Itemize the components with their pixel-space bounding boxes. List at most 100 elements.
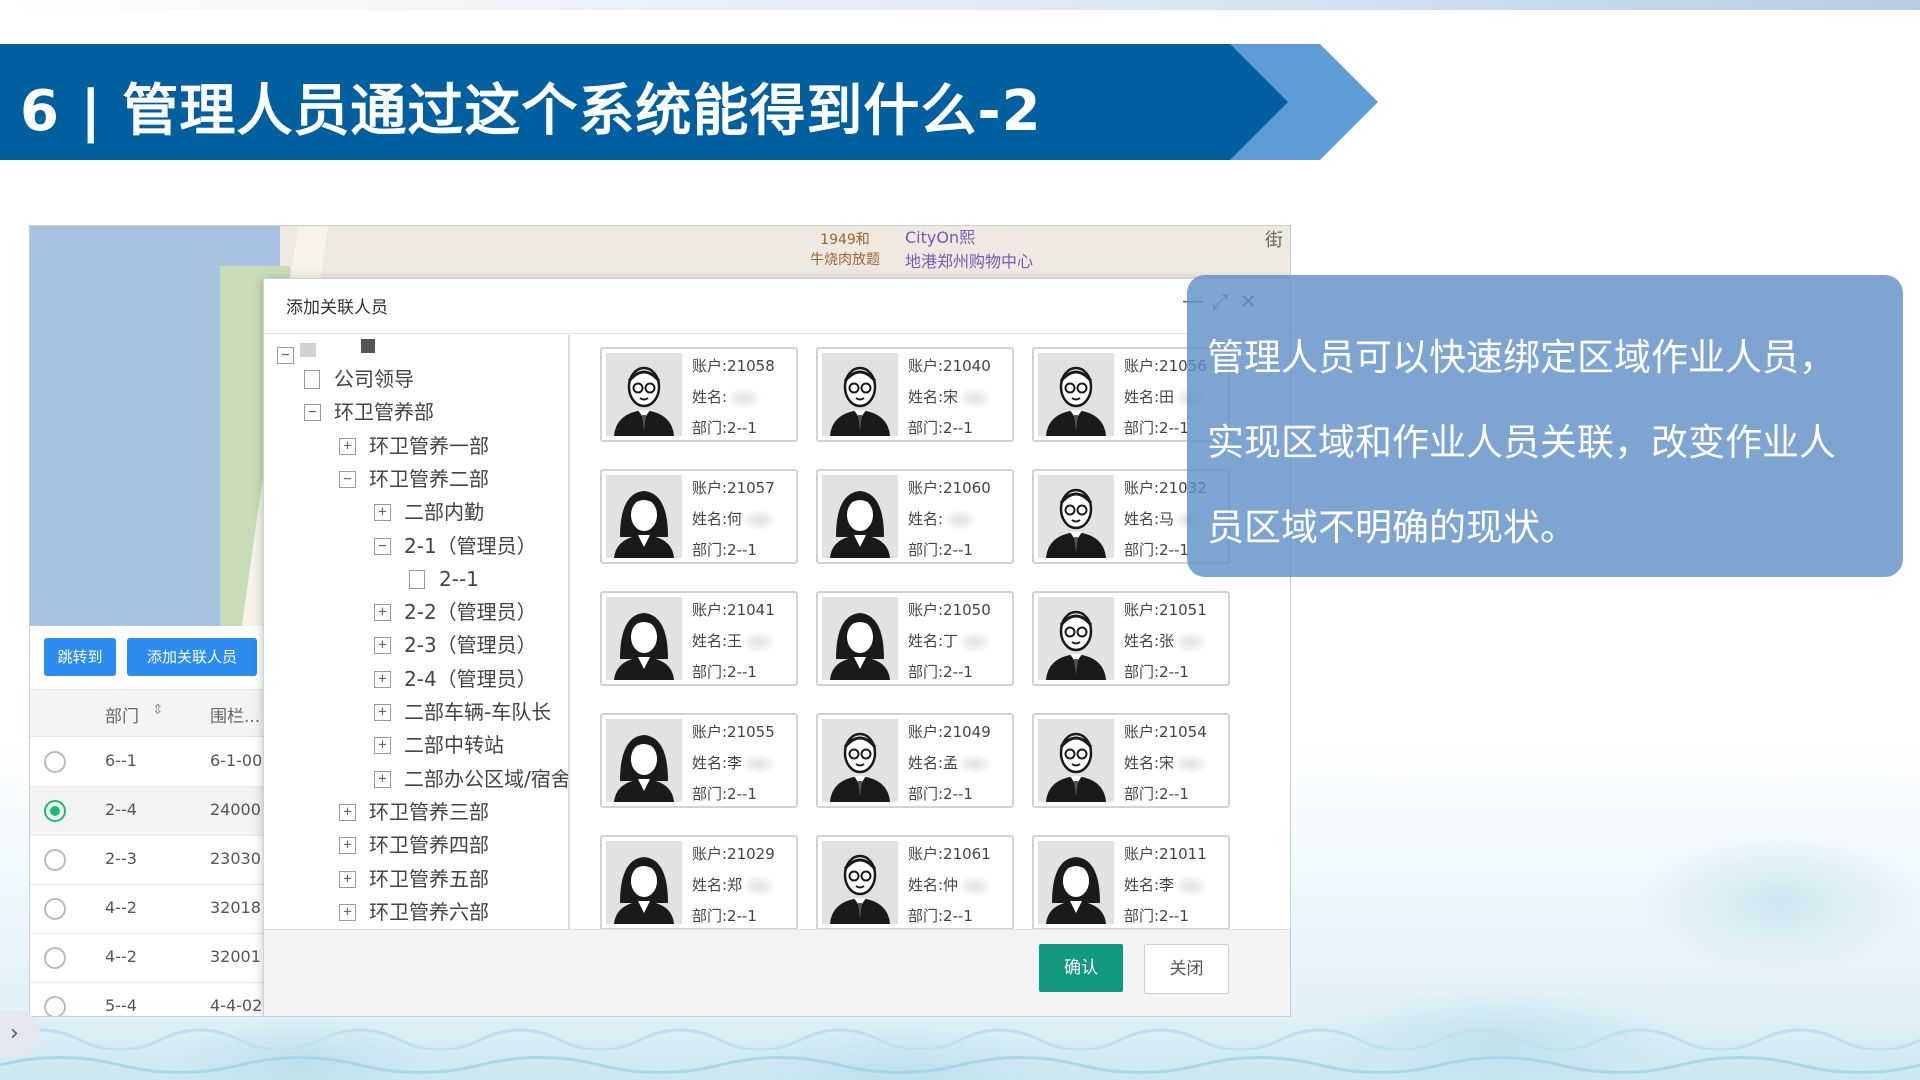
table-row[interactable]: 4--2 32001 xyxy=(30,934,270,983)
map-street-label: 街 xyxy=(1265,230,1283,251)
expand-icon[interactable]: + xyxy=(374,737,391,755)
collapse-icon[interactable]: − xyxy=(339,470,356,488)
title-banner: 6 | 管理人员通过这个系统能得到什么-2 xyxy=(0,44,1380,160)
tree-node-label[interactable]: 环卫管养六部 xyxy=(369,898,489,926)
tree-node-label[interactable]: 2-4（管理员） xyxy=(404,665,537,693)
card-dept: 部门:2--1 xyxy=(1124,541,1189,559)
female-avatar-icon xyxy=(606,719,682,802)
row-radio[interactable] xyxy=(44,751,66,773)
row-radio[interactable] xyxy=(44,996,66,1016)
table-row[interactable]: 5--4 4-4-02 xyxy=(30,983,270,1016)
card-dept: 部门:2--1 xyxy=(1124,785,1189,803)
expand-icon[interactable]: + xyxy=(374,604,391,622)
male-avatar-icon xyxy=(606,353,682,436)
person-card[interactable]: 账户:21041 姓名:王 部门:2--1 xyxy=(600,591,798,686)
card-name: 姓名:仲 xyxy=(908,874,993,896)
confirm-button[interactable]: 确认 xyxy=(1039,944,1123,992)
expand-icon[interactable]: + xyxy=(339,903,356,921)
expand-icon[interactable]: + xyxy=(374,770,391,788)
row-radio[interactable] xyxy=(44,947,66,969)
male-avatar-icon xyxy=(1038,719,1114,802)
person-card[interactable]: 账户:21057 姓名:何 部门:2--1 xyxy=(600,469,798,564)
card-name: 姓名:宋 xyxy=(1124,752,1209,774)
person-card[interactable]: 账户:21050 姓名:丁 部门:2--1 xyxy=(816,591,1014,686)
person-card[interactable]: 账户:21049 姓名:孟部门:2--1 xyxy=(816,713,1014,808)
top-decor-strip xyxy=(0,0,1920,10)
person-card[interactable]: 账户:21058 姓名: 部门:2--1 xyxy=(600,347,798,442)
cell-fence: 23030 xyxy=(210,849,261,868)
cell-dept: 6--1 xyxy=(105,751,137,770)
row-radio[interactable] xyxy=(44,849,66,871)
card-account: 账户:21058 xyxy=(692,357,775,375)
tree-node-label[interactable]: 公司领导 xyxy=(334,365,414,393)
expand-icon[interactable]: + xyxy=(339,870,356,888)
row-radio[interactable] xyxy=(44,898,66,920)
tree-node-label[interactable]: 二部车辆-车队长 xyxy=(404,698,551,726)
table-row[interactable]: 2--3 23030 xyxy=(30,836,270,885)
tree-node-label[interactable]: 二部中转站 xyxy=(404,731,504,759)
person-card[interactable]: 账户:21055 姓名:李 部门:2--1 xyxy=(600,713,798,808)
card-dept: 部门:2--1 xyxy=(692,907,757,925)
card-dept: 部门:2--1 xyxy=(692,663,757,681)
card-dept: 部门:2--1 xyxy=(908,785,973,803)
table-row[interactable]: 2--4 24000 xyxy=(30,787,270,836)
tree-node-label[interactable]: 环卫管养三部 xyxy=(369,798,489,826)
card-name: 姓名:孟 xyxy=(908,752,993,774)
wave-decor xyxy=(0,1056,1920,1074)
person-card[interactable]: 账户:21060 姓名: 部门:2--1 xyxy=(816,469,1014,564)
close-button[interactable]: 关闭 xyxy=(1144,944,1229,994)
card-account: 账户:21049 xyxy=(908,723,991,741)
expand-icon[interactable]: + xyxy=(339,437,356,455)
sort-icon[interactable]: ⇕ xyxy=(152,702,164,718)
tree-node-label[interactable]: 2-1（管理员） xyxy=(404,532,537,560)
expand-icon[interactable]: + xyxy=(374,504,391,522)
person-card[interactable]: 账户:21040 姓名:宋 部门:2--1 xyxy=(816,347,1014,442)
expand-icon[interactable]: + xyxy=(339,803,356,821)
tree-node-label[interactable]: 2-3（管理员） xyxy=(404,631,537,659)
add-related-button[interactable]: 添加关联人员 xyxy=(127,638,257,676)
card-dept: 部门:2--1 xyxy=(692,419,757,437)
jump-button[interactable]: 跳转到 xyxy=(44,638,116,676)
table-row[interactable]: 6--1 6-1-00 xyxy=(30,738,270,787)
tree-node-label[interactable]: 2--1 xyxy=(439,565,479,593)
person-card[interactable]: 账户:21061 姓名:仲 部门:2--1 xyxy=(816,835,1014,929)
slide-title: 6 | 管理人员通过这个系统能得到什么-2 xyxy=(20,79,1042,144)
person-card[interactable]: 账户:21051 姓名:张 部门:2--1 xyxy=(1032,591,1230,686)
expand-icon[interactable]: + xyxy=(339,837,356,855)
expand-icon[interactable]: + xyxy=(374,704,391,721)
cell-dept: 5--4 xyxy=(105,996,137,1015)
map-poi-label: 1949和 牛烧肉放题 xyxy=(810,232,880,268)
cell-dept: 4--2 xyxy=(105,947,137,966)
table-row[interactable]: 4--2 32018 xyxy=(30,885,270,934)
male-avatar-icon xyxy=(822,719,898,802)
expand-icon[interactable]: + xyxy=(374,637,391,655)
card-dept: 部门:2--1 xyxy=(1124,907,1189,925)
tree-node-label[interactable]: 环卫管养五部 xyxy=(369,865,489,893)
card-name: 姓名:李 xyxy=(1124,874,1209,896)
tree-node-label[interactable]: 2-2（管理员） xyxy=(404,598,537,626)
row-radio[interactable] xyxy=(44,800,66,822)
person-card[interactable]: 账户:21011 姓名:李 部门:2--1 xyxy=(1032,835,1230,929)
col-dept[interactable]: 部门 xyxy=(105,702,139,727)
collapse-icon[interactable]: − xyxy=(304,404,321,422)
card-account: 账户:21050 xyxy=(908,601,991,619)
card-name: 姓名:李 xyxy=(692,752,777,774)
male-avatar-icon xyxy=(822,353,898,436)
tree-node-label[interactable]: 环卫管养一部 xyxy=(369,432,489,460)
cell-fence: 32001 xyxy=(210,947,261,966)
tree-node-label[interactable]: 二部办公区域/宿舍 xyxy=(404,765,568,793)
root-collapse-icon[interactable]: − xyxy=(277,347,294,364)
card-account: 账户:21040 xyxy=(908,357,991,375)
person-card[interactable]: 账户:21029 姓名:郑 部门:2--1 xyxy=(600,835,798,929)
collapse-icon[interactable]: − xyxy=(374,537,391,555)
tree-node-label[interactable]: 环卫管养四部 xyxy=(369,831,489,859)
card-account: 账户:21029 xyxy=(692,845,775,863)
add-related-person-dialog: 添加关联人员 — ⤢ ✕ − 公司领导−环卫管养部+环卫管养一部−环卫管养二部+… xyxy=(263,278,1290,1016)
tree-node-label[interactable]: 环卫管养二部 xyxy=(369,465,489,493)
person-card[interactable]: 账户:21054 姓名:宋 部门:2--1 xyxy=(1032,713,1230,808)
expand-icon[interactable]: + xyxy=(374,670,391,688)
tree-node-label[interactable]: 环卫管养部 xyxy=(334,398,434,426)
tree-node-label[interactable]: 二部内勤 xyxy=(404,498,484,526)
cell-fence: 24000 xyxy=(210,800,261,819)
card-account: 账户:21055 xyxy=(692,723,775,741)
